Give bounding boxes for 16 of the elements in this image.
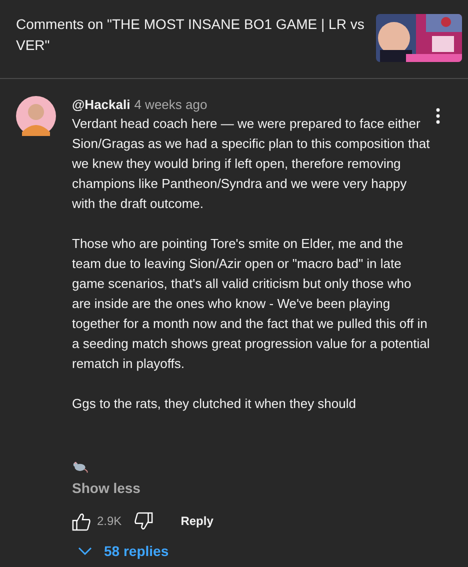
comment-paragraph: Those who are pointing Tore's smite on Elder, me and the team due to leaving Sion/Azir open or "macro bad" in late game scenarios, that's all valid criticism but only those who are inside are the ones who know - We've been playing together for a month now and the fact that we pulled this off in a seeding match shows great progression value for a potential rematch in playoffs. <box>72 235 430 373</box>
panel-title: Comments on "THE MOST INSANE BO1 GAME | LR vs VER" <box>16 15 366 55</box>
replies-toggle[interactable]: 58 replies <box>72 543 169 559</box>
chevron-down-icon <box>78 547 92 555</box>
timestamp[interactable]: 4 weeks ago <box>134 96 208 114</box>
author-name[interactable]: @Hackali <box>72 96 130 114</box>
show-less-link[interactable]: Show less <box>72 480 140 496</box>
thumbs-up-icon[interactable] <box>72 512 91 530</box>
comment-paragraph: Verdant head coach here — we were prepared to face either Sion/Gragas as we had a specific plan to this composition that we knew they would bring if left open, therefore removing champions like Pantheon/Syndra and we were very happy with the draft outcome. <box>72 115 430 213</box>
like-count: 2.9K <box>97 514 122 528</box>
rat-icon <box>72 460 88 473</box>
reply-button[interactable]: Reply <box>180 514 214 528</box>
comment-paragraph: Ggs to the rats, they clutched it when they should <box>72 395 357 413</box>
thumbs-down-icon[interactable] <box>134 512 153 530</box>
avatar[interactable] <box>16 96 56 136</box>
more-options-icon[interactable] <box>436 108 440 124</box>
